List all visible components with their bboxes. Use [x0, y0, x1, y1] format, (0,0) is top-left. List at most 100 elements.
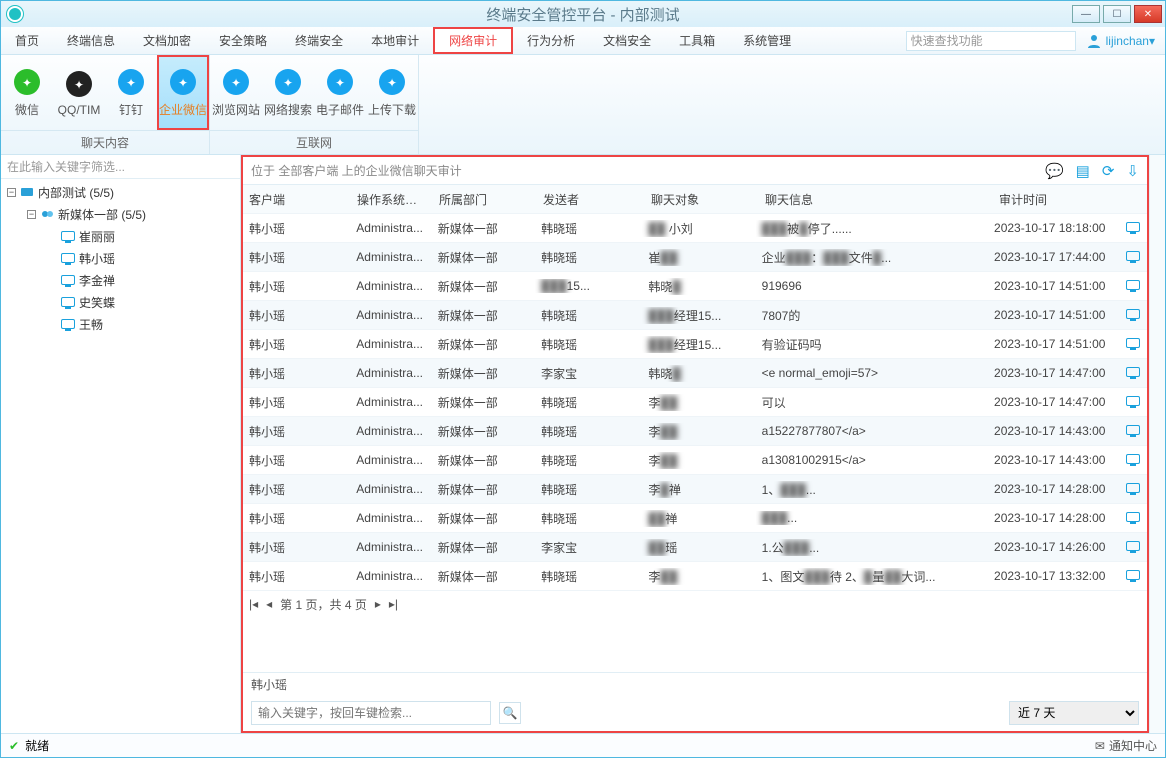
export-icon[interactable]: ⇩ — [1126, 162, 1139, 180]
chat-icon[interactable]: 💬 — [1045, 162, 1064, 180]
collapse-icon[interactable]: − — [7, 188, 16, 197]
tree-leaf[interactable]: 史笑蝶 — [1, 291, 240, 313]
menu-首页[interactable]: 首页 — [1, 27, 53, 54]
monitor-icon[interactable] — [1119, 395, 1147, 409]
svg-text:✦: ✦ — [126, 76, 136, 90]
table-row[interactable]: 韩小瑶Administra...新媒体一部韩晓瑶李█禅1、███...2023-… — [243, 475, 1147, 504]
email-icon: ✦ — [325, 67, 355, 97]
table-row[interactable]: 韩小瑶Administra...新媒体一部韩晓瑶李██可以2023-10-17 … — [243, 388, 1147, 417]
table-row[interactable]: 韩小瑶Administra...新媒体一部韩晓瑶███经理15...7807的2… — [243, 301, 1147, 330]
minimize-button[interactable]: — — [1072, 5, 1100, 23]
monitor-icon[interactable] — [1119, 540, 1147, 554]
close-button[interactable]: ✕ — [1134, 5, 1162, 23]
window-title: 终端安全管控平台 - 内部测试 — [486, 4, 679, 25]
menu-文档安全[interactable]: 文档安全 — [589, 27, 665, 54]
collapse-icon[interactable]: − — [27, 210, 36, 219]
table-row[interactable]: 韩小瑶Administra...新媒体一部韩晓瑶██禅███...2023-10… — [243, 504, 1147, 533]
monitor-icon[interactable] — [1119, 221, 1147, 235]
svg-text:✦: ✦ — [335, 76, 345, 90]
maximize-button[interactable]: ☐ — [1103, 5, 1131, 23]
tree-leaf[interactable]: 李金禅 — [1, 269, 240, 291]
monitor-icon[interactable] — [1119, 250, 1147, 264]
pc-icon — [61, 275, 75, 285]
tree-leaf[interactable]: 崔丽丽 — [1, 225, 240, 247]
pager-last[interactable]: ▸| — [389, 597, 398, 611]
updown-icon: ✦ — [377, 67, 407, 97]
pager-first[interactable]: |◂ — [249, 597, 258, 611]
user-name: lijinchan — [1106, 34, 1149, 48]
pager-prev[interactable]: ◂ — [266, 597, 272, 611]
ribbon: ✦微信✦QQ/TIM✦钉钉✦企业微信聊天内容 ✦浏览网站✦网络搜索✦电子邮件✦上… — [1, 55, 1165, 155]
menu-文档加密[interactable]: 文档加密 — [129, 27, 205, 54]
detail-search[interactable] — [251, 701, 491, 725]
monitor-icon[interactable] — [1119, 279, 1147, 293]
ribbon-dingding[interactable]: ✦钉钉 — [105, 55, 157, 130]
statusbar: ✔ 就绪 ✉ 通知中心 — [1, 733, 1165, 757]
sidebar-filter[interactable]: 在此输入关键字筛选... — [1, 155, 240, 179]
breadcrumb-text: 位于 全部客户端 上的企业微信聊天审计 — [251, 162, 462, 179]
table-row[interactable]: 韩小瑶Administra...新媒体一部韩晓瑶李██a15227877807<… — [243, 417, 1147, 446]
menu-终端安全[interactable]: 终端安全 — [281, 27, 357, 54]
menu-终端信息[interactable]: 终端信息 — [53, 27, 129, 54]
menu-行为分析[interactable]: 行为分析 — [513, 27, 589, 54]
menu-本地审计[interactable]: 本地审计 — [357, 27, 433, 54]
monitor-icon[interactable] — [1119, 337, 1147, 351]
tree-leaf[interactable]: 韩小瑶 — [1, 247, 240, 269]
tree-root[interactable]: − 内部测试 (5/5) — [1, 181, 240, 203]
range-select[interactable]: 近 7 天 — [1009, 701, 1139, 725]
table-row[interactable]: 韩小瑶Administra...新媒体一部韩晓瑶███经理15...有验证码吗2… — [243, 330, 1147, 359]
ribbon-wecom[interactable]: ✦企业微信 — [157, 55, 209, 130]
col-4[interactable]: 聊天对象 — [645, 191, 759, 208]
right-strip[interactable] — [1149, 155, 1165, 733]
table-row[interactable]: 韩小瑶Administra...新媒体一部李家宝██瑶1.公███...2023… — [243, 533, 1147, 562]
svg-text:✦: ✦ — [231, 76, 241, 90]
monitor-icon[interactable] — [1119, 482, 1147, 496]
ribbon-email[interactable]: ✦电子邮件 — [314, 55, 366, 130]
table-row[interactable]: 韩小瑶Administra...新媒体一部███15...韩晓█91969620… — [243, 272, 1147, 301]
tree-leaf[interactable]: 王畅 — [1, 313, 240, 335]
monitor-icon[interactable] — [1119, 569, 1147, 583]
tree-group[interactable]: − 新媒体一部 (5/5) — [1, 203, 240, 225]
col-5[interactable]: 聊天信息 — [759, 191, 993, 208]
titlebar: 终端安全管控平台 - 内部测试 — ☐ ✕ — [1, 1, 1165, 27]
menu-网络审计[interactable]: 网络审计 — [433, 27, 513, 54]
col-6[interactable]: 审计时间 — [993, 191, 1125, 208]
websearch-icon: ✦ — [273, 67, 303, 97]
quick-search[interactable]: 快速查找功能 — [906, 31, 1076, 51]
ribbon-websearch[interactable]: ✦网络搜索 — [262, 55, 314, 130]
col-1[interactable]: 操作系统账户 — [351, 191, 433, 208]
user-menu[interactable]: lijinchan ▾ — [1086, 33, 1155, 49]
user-icon — [1086, 33, 1102, 49]
breadcrumb: 位于 全部客户端 上的企业微信聊天审计 💬 ▤ ⟳ ⇩ — [243, 157, 1147, 185]
list-icon[interactable]: ▤ — [1076, 162, 1090, 180]
ribbon-updown[interactable]: ✦上传下载 — [366, 55, 418, 130]
ribbon-wechat[interactable]: ✦微信 — [1, 55, 53, 130]
monitor-icon[interactable] — [1119, 453, 1147, 467]
monitor-icon[interactable] — [1119, 511, 1147, 525]
status-text: 就绪 — [25, 737, 49, 754]
table-row[interactable]: 韩小瑶Administra...新媒体一部韩晓瑶██ 小刘███被█停了....… — [243, 214, 1147, 243]
menu-安全策略[interactable]: 安全策略 — [205, 27, 281, 54]
monitor-icon[interactable] — [1119, 366, 1147, 380]
ribbon-browse[interactable]: ✦浏览网站 — [210, 55, 262, 130]
svg-text:✦: ✦ — [387, 76, 397, 90]
col-0[interactable]: 客户端 — [243, 191, 351, 208]
table-row[interactable]: 韩小瑶Administra...新媒体一部韩晓瑶李██1、图文███待 2、█量… — [243, 562, 1147, 591]
col-3[interactable]: 发送者 — [537, 191, 645, 208]
monitor-icon[interactable] — [1119, 308, 1147, 322]
col-2[interactable]: 所属部门 — [433, 191, 537, 208]
monitor-icon[interactable] — [1119, 424, 1147, 438]
refresh-icon[interactable]: ⟳ — [1102, 162, 1115, 180]
table-row[interactable]: 韩小瑶Administra...新媒体一部李家宝韩晓█<e normal_emo… — [243, 359, 1147, 388]
pager-next[interactable]: ▸ — [375, 597, 381, 611]
mail-icon: ✉ — [1095, 739, 1105, 753]
content: 位于 全部客户端 上的企业微信聊天审计 💬 ▤ ⟳ ⇩ 客户端操作系统账户所属部… — [241, 155, 1149, 733]
notification-center[interactable]: ✉ 通知中心 — [1095, 737, 1157, 754]
table-row[interactable]: 韩小瑶Administra...新媒体一部韩晓瑶崔██企业███：███文件█.… — [243, 243, 1147, 272]
ribbon-qq[interactable]: ✦QQ/TIM — [53, 55, 105, 130]
search-button[interactable]: 🔍 — [499, 702, 521, 724]
table-row[interactable]: 韩小瑶Administra...新媒体一部韩晓瑶李██a13081002915<… — [243, 446, 1147, 475]
menu-工具箱[interactable]: 工具箱 — [665, 27, 729, 54]
menu-系统管理[interactable]: 系统管理 — [729, 27, 805, 54]
browse-icon: ✦ — [221, 67, 251, 97]
